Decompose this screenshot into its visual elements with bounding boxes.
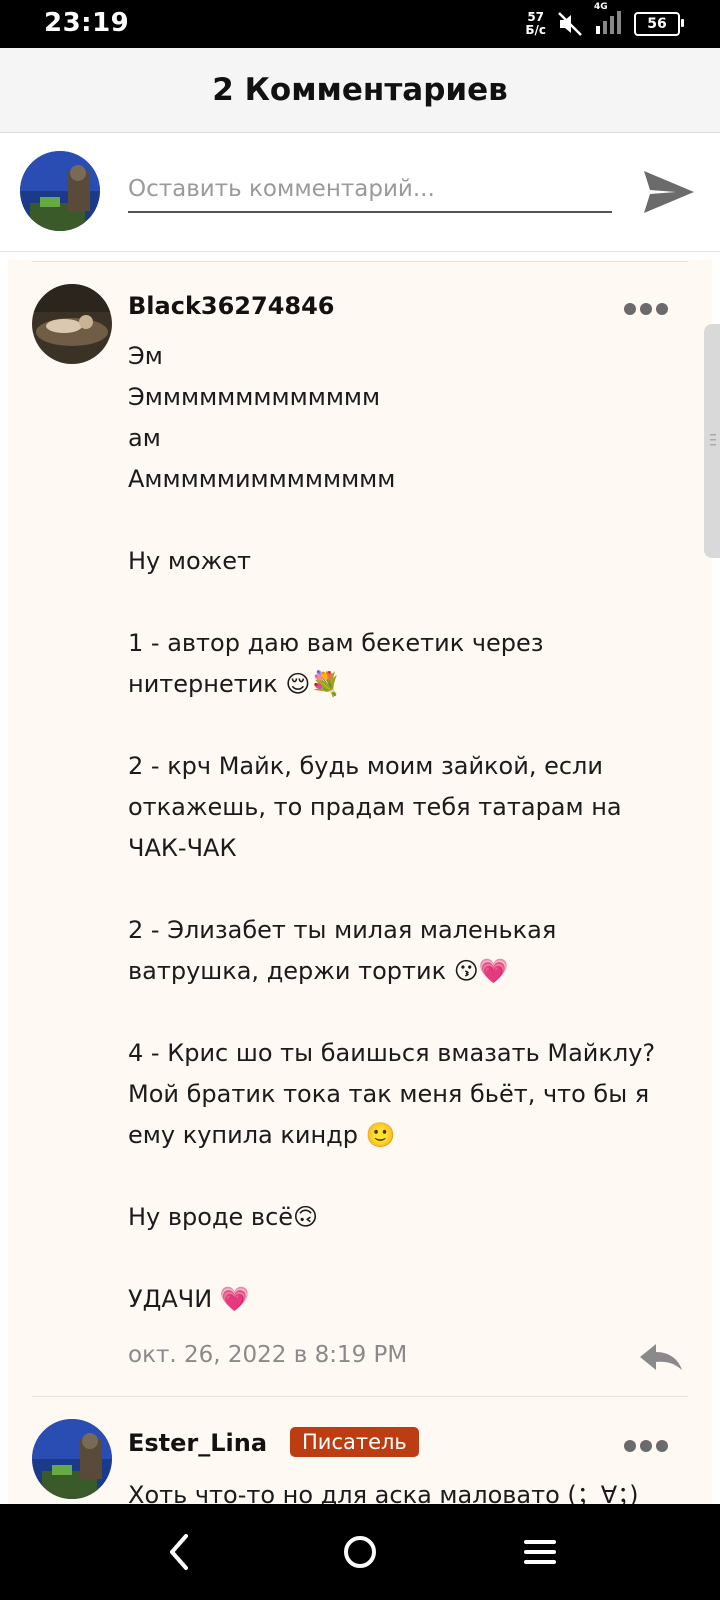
comment-line: Мой братик тока так меня бьёт, что бы я [128, 1080, 650, 1108]
comment-input[interactable] [128, 167, 612, 213]
my-avatar[interactable] [20, 151, 100, 231]
home-icon[interactable] [340, 1532, 380, 1572]
commenter-avatar[interactable] [32, 1419, 112, 1499]
send-icon[interactable] [640, 163, 698, 221]
comment-line [128, 1238, 668, 1279]
comment-text: Хоть что-то но для аска маловато (；∀；) [128, 1481, 639, 1504]
status-icons: 57 Б/с 4G 56 [525, 2, 684, 40]
comment-line: УДАЧИ 💗 [128, 1285, 250, 1313]
comment-line: 2 - крч Майк, будь моим зайкой, если [128, 752, 603, 780]
comment-line [128, 582, 668, 623]
comments-header: 2 Комментариев [0, 48, 720, 133]
network-speed-unit: Б/с [525, 23, 546, 37]
comment-line: ватрушка, держи тортик 😗💗 [128, 957, 509, 985]
comment-line: Амммммимммммммм [128, 465, 396, 493]
network-type: 4G [594, 2, 608, 12]
battery-indicator: 56 [634, 12, 684, 36]
commenter-username[interactable]: Ester_Lina [128, 1429, 267, 1457]
more-dots-icon[interactable] [624, 1439, 668, 1453]
comment-line: ам [128, 424, 161, 452]
scrollbar-thumb[interactable] [704, 324, 720, 558]
comment-line: ЧАК-ЧАК [128, 834, 237, 862]
comment-line: Ну может [128, 547, 252, 575]
comment-line [128, 705, 668, 746]
scroll-grip-icon [710, 434, 716, 446]
status-bar: 23:19 57 Б/с 4G 56 [0, 0, 720, 48]
comment-line: 2 - Элизабет ты милая маленькая [128, 916, 557, 944]
comment-line: нитернетик 😌💐 [128, 670, 341, 698]
comment-line: Ну вроде всё🙃 [128, 1203, 319, 1231]
commenter-username[interactable]: Black36274846 [128, 292, 335, 320]
commenter-avatar[interactable] [32, 284, 112, 364]
comment: Black36274846 Эм Эммммммммммммм ам Амммм… [8, 262, 712, 1398]
signal-group: 4G [594, 2, 624, 40]
comment-line [128, 992, 668, 1033]
more-dots-icon[interactable] [624, 302, 668, 316]
comment-line: Эммммммммммммм [128, 383, 381, 411]
comment-line: откажешь, то прадам тебя татарам на [128, 793, 622, 821]
menu-icon[interactable] [520, 1532, 560, 1572]
comment-composer [0, 133, 720, 252]
comment-line: 4 - Крис шо ты баишься вмазать Майклу? [128, 1039, 656, 1067]
mute-icon [558, 12, 582, 36]
system-nav-bar [0, 1504, 720, 1600]
page-title: 2 Комментариев [212, 72, 508, 108]
comment-text: Эм Эммммммммммммм ам Амммммимммммммм Ну … [128, 336, 668, 1320]
network-speed: 57 Б/с [525, 11, 546, 37]
comment-line [128, 1156, 668, 1197]
comment-line: Эм [128, 342, 163, 370]
comment-line: ему купила киндр 🙂 [128, 1121, 396, 1149]
comment-line [128, 500, 668, 541]
comment: Ester_Lina Писатель Хоть что-то но для а… [8, 1397, 712, 1504]
status-time: 23:19 [44, 8, 130, 38]
comment-line [128, 869, 668, 910]
back-icon[interactable] [160, 1532, 200, 1572]
writer-badge: Писатель [290, 1427, 419, 1457]
reply-icon[interactable] [638, 1342, 684, 1372]
comment-line: 1 - автор даю вам бекетик через [128, 629, 544, 657]
signal-icon [596, 11, 621, 34]
comment-timestamp: окт. 26, 2022 в 8:19 PM [128, 1342, 408, 1368]
